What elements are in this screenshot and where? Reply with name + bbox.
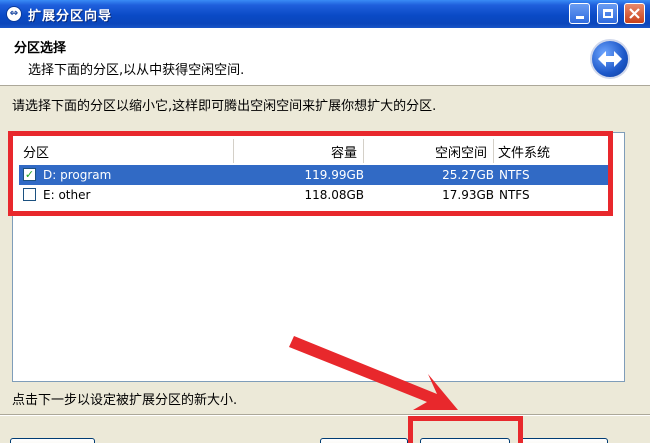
help-button[interactable] xyxy=(10,438,95,443)
cancel-button[interactable] xyxy=(520,438,608,443)
annotation-arrow xyxy=(289,336,458,410)
next-button[interactable] xyxy=(420,438,510,443)
back-button[interactable] xyxy=(320,438,408,443)
footer-divider xyxy=(0,414,650,416)
footer-hint: 点击下一步以设定被扩展分区的新大小. xyxy=(12,393,238,408)
